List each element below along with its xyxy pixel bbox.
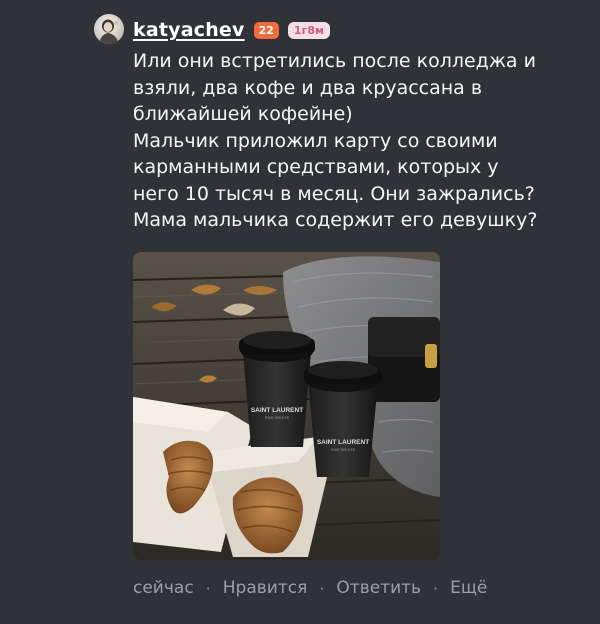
account-age-badge: 1г8м bbox=[287, 21, 330, 39]
comment-header: katyachev 22 1г8м bbox=[133, 17, 330, 43]
comment-text-line: карманными средствами, которых у bbox=[133, 156, 499, 178]
comment: katyachev 22 1г8м Или они встретились по… bbox=[0, 0, 600, 624]
separator-dot: · bbox=[205, 578, 211, 598]
comment-text-line: него 10 тысяч в месяц. Они зажрались? bbox=[133, 182, 535, 205]
avatar[interactable] bbox=[94, 14, 124, 44]
cup-sub-text: RIVE DROITE bbox=[331, 448, 356, 452]
cup-sub-text: RIVE DROITE bbox=[265, 416, 290, 420]
comment-text: Или они встретились после колледжа и взя… bbox=[133, 48, 588, 234]
comment-actions: сейчас · Нравится · Ответить · Ещё bbox=[133, 576, 487, 600]
comment-text-line: Мама мальчика содержит его девушку? bbox=[133, 209, 538, 231]
coffee-croissant-photo: SAINT LAURENT RIVE DROITE SAINT LAURENT … bbox=[133, 252, 440, 560]
comment-text-line: Или они встретились после колледжа и bbox=[133, 50, 536, 72]
attached-photo[interactable]: SAINT LAURENT RIVE DROITE SAINT LAURENT … bbox=[133, 252, 440, 560]
comment-text-line: ближайшей кофейне) bbox=[133, 103, 353, 125]
reply-button[interactable]: Ответить bbox=[336, 578, 421, 598]
more-button[interactable]: Ещё bbox=[450, 578, 487, 598]
username-link[interactable]: katyachev bbox=[133, 19, 245, 41]
level-badge: 22 bbox=[253, 21, 279, 39]
timestamp-link[interactable]: сейчас bbox=[133, 578, 194, 598]
like-button[interactable]: Нравится bbox=[223, 578, 308, 598]
comment-text-line: взяли, два кофе и два круассана в bbox=[133, 76, 483, 99]
separator-dot: · bbox=[433, 578, 439, 598]
separator-dot: · bbox=[319, 578, 325, 598]
comment-text-line: Мальчик приложил карту со своими bbox=[133, 129, 498, 152]
avatar-image bbox=[99, 19, 119, 44]
cup-brand-text: SAINT LAURENT bbox=[251, 407, 303, 414]
cup-brand-text: SAINT LAURENT bbox=[317, 439, 369, 446]
